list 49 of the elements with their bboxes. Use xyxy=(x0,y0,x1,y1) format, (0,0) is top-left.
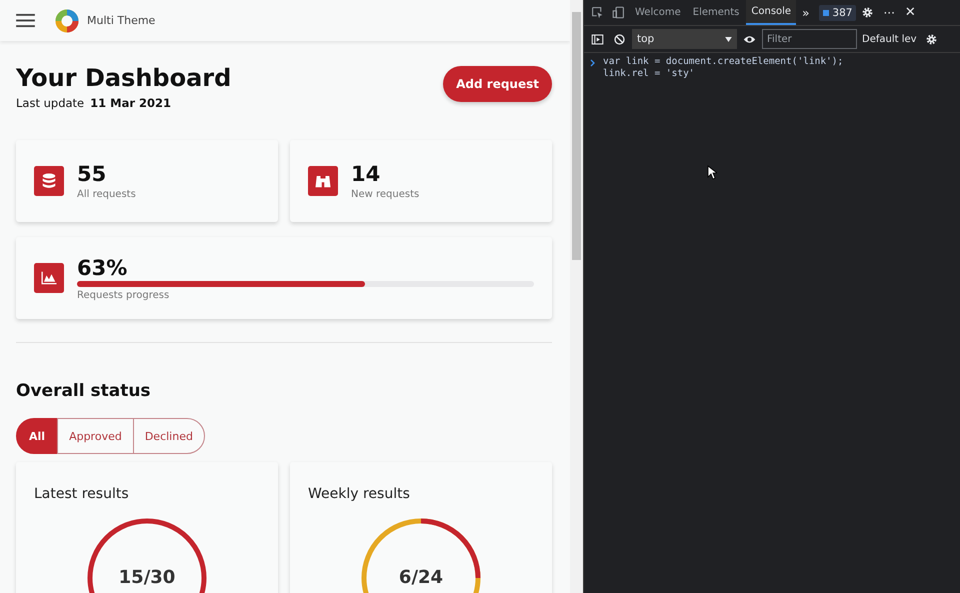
console-code-line: var link = document.createElement('link'); xyxy=(603,56,844,68)
add-request-button[interactable]: Add request xyxy=(443,66,552,102)
app-title: Multi Theme xyxy=(87,14,156,27)
console-code-line: link.rel = 'sty' xyxy=(603,68,696,80)
results-title: Weekly results xyxy=(308,486,411,502)
inspect-icon[interactable] xyxy=(591,6,604,19)
context-select[interactable]: top xyxy=(632,29,737,49)
filter-tab[interactable]: Declined xyxy=(132,418,205,454)
close-button[interactable]: ✕ xyxy=(900,5,920,20)
context-value: top xyxy=(637,33,654,45)
filter-field[interactable]: Filter xyxy=(762,29,857,49)
area-chart-icon xyxy=(34,263,64,293)
page-title: Your Dashboard xyxy=(16,65,232,91)
ring-logo-icon xyxy=(55,8,79,32)
scrollbar[interactable] xyxy=(570,0,583,593)
more-options-button[interactable]: ··· xyxy=(879,6,899,20)
menu-icon[interactable] xyxy=(16,13,35,28)
database-icon xyxy=(34,166,64,196)
settings-icon[interactable] xyxy=(924,32,938,46)
prompt-icon xyxy=(590,59,596,67)
sidebar-icon[interactable] xyxy=(591,32,604,46)
filter-tab[interactable]: All xyxy=(16,418,58,454)
results-value: 15/30 xyxy=(118,567,176,588)
section-title: Overall status xyxy=(16,381,152,401)
progress-value: 63% xyxy=(77,256,128,280)
devtools-tab[interactable]: Elements xyxy=(688,0,744,25)
scrollbar-thumb[interactable] xyxy=(572,12,581,260)
message-count-badge[interactable]: 387 xyxy=(819,4,856,20)
clear-icon[interactable] xyxy=(613,32,626,46)
more-tabs-button[interactable]: » xyxy=(798,6,814,20)
devtools-tab[interactable]: Console xyxy=(746,0,796,25)
stat-label: All requests xyxy=(77,189,136,200)
results-title: Latest results xyxy=(34,486,130,502)
stat-label: New requests xyxy=(351,189,420,200)
progress-label: Requests progress xyxy=(77,290,170,300)
caret-icon xyxy=(725,36,732,42)
stat-value: 55 xyxy=(77,162,108,186)
device-icon[interactable] xyxy=(612,6,625,19)
mouse-pointer-icon xyxy=(707,165,717,180)
message-icon xyxy=(823,10,830,16)
filter-tab[interactable]: Approved xyxy=(57,418,134,454)
stat-value: 14 xyxy=(351,162,382,186)
devtools-tab[interactable]: Welcome xyxy=(630,0,686,25)
results-value: 6/24 xyxy=(398,567,444,588)
settings-icon[interactable] xyxy=(861,6,874,19)
message-count: 387 xyxy=(832,6,852,18)
update-date: 11 Mar 2021 xyxy=(90,96,172,110)
log-levels-dropdown[interactable]: Default lev xyxy=(860,34,919,44)
update-label: Last update xyxy=(16,96,84,110)
